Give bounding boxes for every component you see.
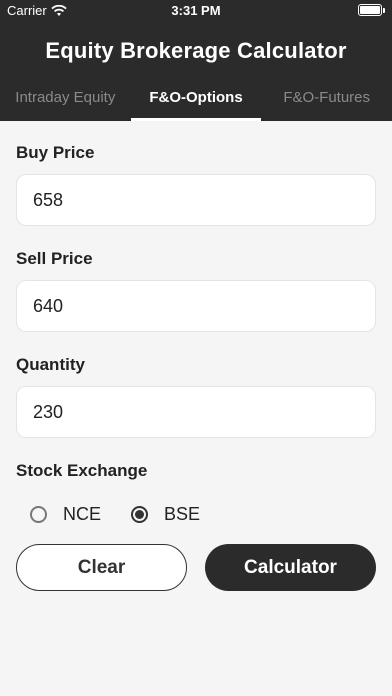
- exchange-radio-group: NCE BSE: [16, 504, 376, 525]
- status-bar: Carrier 3:31 PM: [0, 0, 392, 22]
- status-time: 3:31 PM: [171, 3, 221, 18]
- radio-nce[interactable]: NCE: [30, 504, 101, 525]
- battery-icon: [358, 4, 385, 16]
- page-title: Equity Brokerage Calculator: [45, 38, 347, 63]
- radio-checked-icon: [131, 506, 149, 523]
- buy-price-label: Buy Price: [16, 143, 95, 162]
- tab-fo-options[interactable]: F&O-Options: [130, 86, 262, 121]
- tab-intraday-equity[interactable]: Intraday Equity: [0, 86, 131, 121]
- action-buttons: Clear Calculator: [16, 544, 376, 591]
- stock-exchange-label: Stock Exchange: [16, 461, 148, 480]
- quantity-label: Quantity: [16, 355, 85, 374]
- tab-bar: Intraday Equity F&O-Options F&O-Futures: [0, 86, 392, 121]
- radio-bse-label: BSE: [164, 504, 201, 524]
- radio-nce-label: NCE: [63, 504, 102, 524]
- radio-unchecked-icon: [30, 506, 47, 523]
- quantity-input[interactable]: 230: [16, 386, 376, 438]
- calculator-form: Buy Price 658 Sell Price 640 Quantity 23…: [16, 142, 376, 525]
- sell-price-label: Sell Price: [16, 249, 93, 268]
- sell-price-input[interactable]: 640: [16, 280, 376, 332]
- buy-price-input[interactable]: 658: [16, 174, 376, 226]
- radio-bse[interactable]: BSE: [131, 504, 200, 525]
- clear-button[interactable]: Clear: [16, 544, 187, 591]
- tab-fo-futures[interactable]: F&O-Futures: [261, 86, 392, 121]
- app-header: Carrier 3:31 PM Equity Brokerage Calcula…: [0, 0, 392, 121]
- calculate-button[interactable]: Calculator: [205, 544, 376, 591]
